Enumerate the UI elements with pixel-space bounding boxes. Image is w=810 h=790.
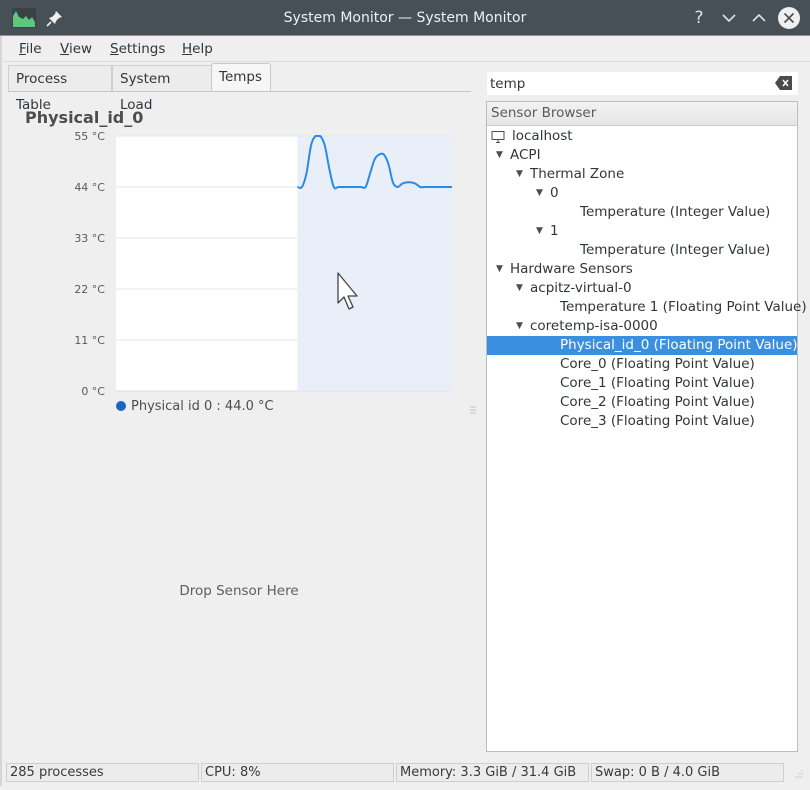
group-tree-item[interactable]: ▼ 1 bbox=[487, 222, 797, 241]
tree-item-label: Hardware Sensors bbox=[510, 261, 633, 277]
drop-sensor-placeholder[interactable]: Drop Sensor Here bbox=[0, 583, 478, 599]
expand-arrow-down-icon[interactable]: ▼ bbox=[516, 165, 523, 184]
group-tree-item[interactable]: ▼ 0 bbox=[487, 184, 797, 203]
sensor-tree-item[interactable]: Temperature (Integer Value) bbox=[487, 241, 797, 260]
status-processes: 285 processes bbox=[6, 763, 199, 782]
status-bar: 285 processes CPU: 8% Memory: 3.3 GiB / … bbox=[0, 763, 810, 783]
y-tick-label: 33 °C bbox=[74, 232, 105, 245]
sensor-tree-item[interactable]: Temperature (Integer Value) bbox=[487, 203, 797, 222]
sensor-tree-item[interactable]: Core_0 (Floating Point Value) bbox=[487, 355, 797, 374]
sensor-tree-item[interactable]: Temperature 1 (Floating Point Value) bbox=[487, 298, 807, 317]
tree-item-label: localhost bbox=[512, 128, 573, 144]
group-tree-item[interactable]: ▼ ACPI bbox=[487, 146, 797, 165]
sensor-search bbox=[487, 72, 798, 95]
expand-arrow-down-icon[interactable]: ▼ bbox=[536, 184, 543, 203]
temperature-chart[interactable]: 0 °C 11 °C 22 °C 33 °C 44 °C 55 °C bbox=[0, 0, 480, 430]
legend-label: Physical id 0 : 44.0 °C bbox=[131, 399, 274, 414]
y-tick-label: 22 °C bbox=[74, 283, 105, 296]
expand-arrow-down-icon[interactable]: ▼ bbox=[536, 222, 543, 241]
group-tree-item[interactable]: ▼ acpitz-virtual-0 bbox=[487, 279, 797, 298]
chevron-down-icon bbox=[722, 14, 736, 23]
sensor-tree-item[interactable]: Physical_id_0 (Floating Point Value) bbox=[487, 336, 798, 355]
tree-item-label: Physical_id_0 (Floating Point Value) bbox=[560, 337, 798, 353]
expand-arrow-down-icon[interactable]: ▼ bbox=[516, 317, 523, 336]
close-icon bbox=[778, 7, 800, 29]
group-tree-item[interactable]: ▼ coretemp-isa-0000 bbox=[487, 317, 797, 336]
clear-search-icon[interactable] bbox=[775, 76, 792, 90]
y-tick-label: 44 °C bbox=[74, 181, 105, 194]
chevron-up-icon bbox=[752, 13, 766, 22]
y-tick-label: 0 °C bbox=[81, 385, 105, 398]
tree-item-label: Thermal Zone bbox=[530, 166, 625, 182]
tree-item-label: Core_0 (Floating Point Value) bbox=[560, 356, 755, 372]
tree-item-label: Core_3 (Floating Point Value) bbox=[560, 413, 755, 429]
help-button[interactable]: ? bbox=[687, 6, 711, 30]
splitter-handle[interactable] bbox=[470, 405, 476, 417]
tree-item-label: 0 bbox=[550, 185, 559, 201]
sensor-tree-item[interactable]: Core_2 (Floating Point Value) bbox=[487, 393, 797, 412]
group-tree-item[interactable]: ▼ Hardware Sensors bbox=[487, 260, 797, 279]
y-tick-label: 11 °C bbox=[74, 334, 105, 347]
expand-arrow-down-icon[interactable]: ▼ bbox=[496, 260, 503, 279]
sensor-browser-header[interactable]: Sensor Browser bbox=[487, 102, 797, 126]
tree-item-label: ACPI bbox=[510, 147, 541, 163]
sensor-browser: Sensor Browser localhost ▼ ACPI ▼ Thermal Zo… bbox=[486, 101, 807, 752]
status-memory: Memory: 3.3 GiB / 31.4 GiB bbox=[396, 763, 589, 782]
tree-item-label: coretemp-isa-0000 bbox=[530, 318, 658, 334]
tree-item-label: Temperature 1 (Floating Point Value) bbox=[560, 299, 807, 315]
y-tick-label: 55 °C bbox=[74, 130, 105, 143]
computer-icon bbox=[491, 131, 505, 143]
status-cpu: CPU: 8% bbox=[201, 763, 394, 782]
resize-grip[interactable] bbox=[793, 767, 805, 779]
minimize-button[interactable] bbox=[717, 6, 741, 30]
sensor-tree-item[interactable]: Core_3 (Floating Point Value) bbox=[487, 412, 797, 431]
host-tree-item[interactable]: localhost bbox=[487, 127, 797, 146]
chart-legend: Physical id 0 : 44.0 °C bbox=[116, 399, 274, 414]
help-icon: ? bbox=[694, 8, 704, 28]
tree-item-label: Core_2 (Floating Point Value) bbox=[560, 394, 755, 410]
legend-color-dot bbox=[116, 401, 126, 411]
expand-arrow-down-icon[interactable]: ▼ bbox=[496, 146, 503, 165]
sensor-tree-item[interactable]: Core_1 (Floating Point Value) bbox=[487, 374, 797, 393]
tree-item-label: acpitz-virtual-0 bbox=[530, 280, 632, 296]
maximize-button[interactable] bbox=[747, 6, 771, 30]
tree-item-label: 1 bbox=[550, 223, 559, 239]
sensor-search-input[interactable] bbox=[487, 72, 767, 95]
tree-item-label: Core_1 (Floating Point Value) bbox=[560, 375, 755, 391]
tree-item-label: Temperature (Integer Value) bbox=[580, 204, 771, 220]
expand-arrow-down-icon[interactable]: ▼ bbox=[516, 279, 523, 298]
group-tree-item[interactable]: ▼ Thermal Zone bbox=[487, 165, 797, 184]
status-swap: Swap: 0 B / 4.0 GiB bbox=[591, 763, 784, 782]
close-button[interactable] bbox=[777, 6, 801, 30]
tree-item-label: Temperature (Integer Value) bbox=[580, 242, 771, 258]
